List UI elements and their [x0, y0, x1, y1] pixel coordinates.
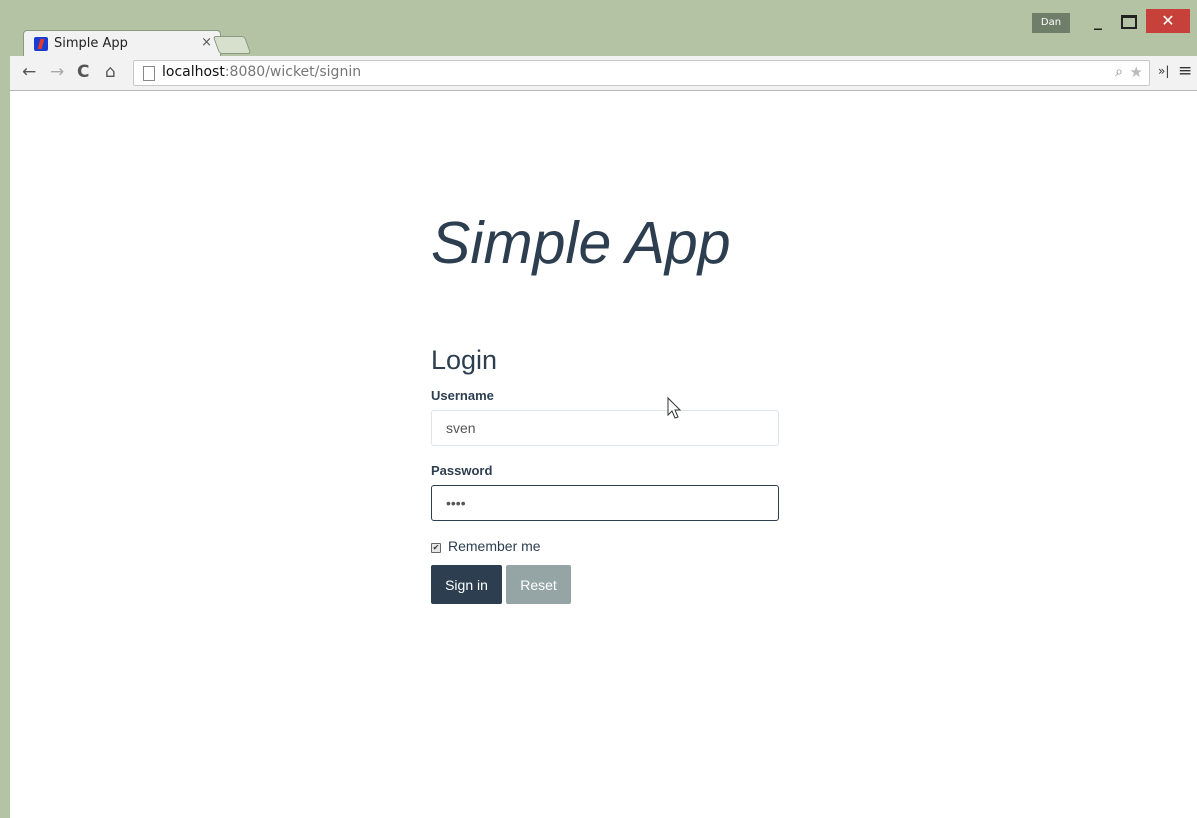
menu-icon[interactable]: ≡ — [1178, 61, 1192, 81]
page-icon — [143, 66, 155, 81]
app-favicon-icon — [34, 37, 48, 51]
new-tab-button[interactable] — [212, 36, 252, 54]
reset-button[interactable]: Reset — [506, 565, 571, 604]
bookmark-star-icon[interactable]: ★ — [1130, 63, 1143, 81]
maximize-button[interactable] — [1114, 10, 1144, 32]
tab-close-icon[interactable]: × — [201, 35, 212, 50]
app-title: Simple App — [431, 210, 731, 276]
back-arrow-icon[interactable]: ← — [22, 62, 36, 82]
password-input[interactable] — [431, 485, 779, 521]
home-icon[interactable]: ⌂ — [105, 62, 116, 82]
remember-checkbox[interactable]: ✔ — [431, 543, 441, 553]
page-content: Simple App Login Username Password ✔ Reme… — [10, 91, 1197, 818]
reload-icon[interactable]: C — [77, 62, 89, 82]
zoom-icon[interactable]: ⌕ — [1115, 64, 1123, 80]
remember-label: Remember me — [448, 538, 541, 554]
password-label: Password — [431, 463, 493, 478]
maximize-icon — [1121, 15, 1137, 29]
username-label: Username — [431, 388, 494, 403]
tab-title: Simple App — [54, 36, 128, 51]
forward-arrow-icon[interactable]: → — [50, 62, 64, 82]
browser-tab[interactable]: Simple App × — [23, 30, 221, 57]
close-window-button[interactable]: ✕ — [1146, 9, 1190, 33]
address-bar[interactable]: localhost:8080/wicket/signin ⌕ ★ — [133, 60, 1150, 86]
login-heading: Login — [431, 345, 498, 375]
username-input[interactable] — [431, 410, 779, 446]
extensions-chevron-icon[interactable]: »| — [1158, 64, 1169, 78]
mouse-cursor-icon — [667, 396, 682, 419]
remember-me[interactable]: ✔ Remember me — [431, 538, 541, 554]
sign-in-button[interactable]: Sign in — [431, 565, 502, 604]
browser-window: Simple App × Dan _ ✕ ← → C ⌂ localhost:8… — [10, 0, 1197, 818]
url-text: localhost:8080/wicket/signin — [162, 64, 362, 80]
profile-badge[interactable]: Dan — [1032, 13, 1070, 33]
browser-toolbar: ← → C ⌂ localhost:8080/wicket/signin ⌕ ★… — [10, 56, 1197, 91]
minimize-button[interactable]: _ — [1083, 10, 1113, 32]
